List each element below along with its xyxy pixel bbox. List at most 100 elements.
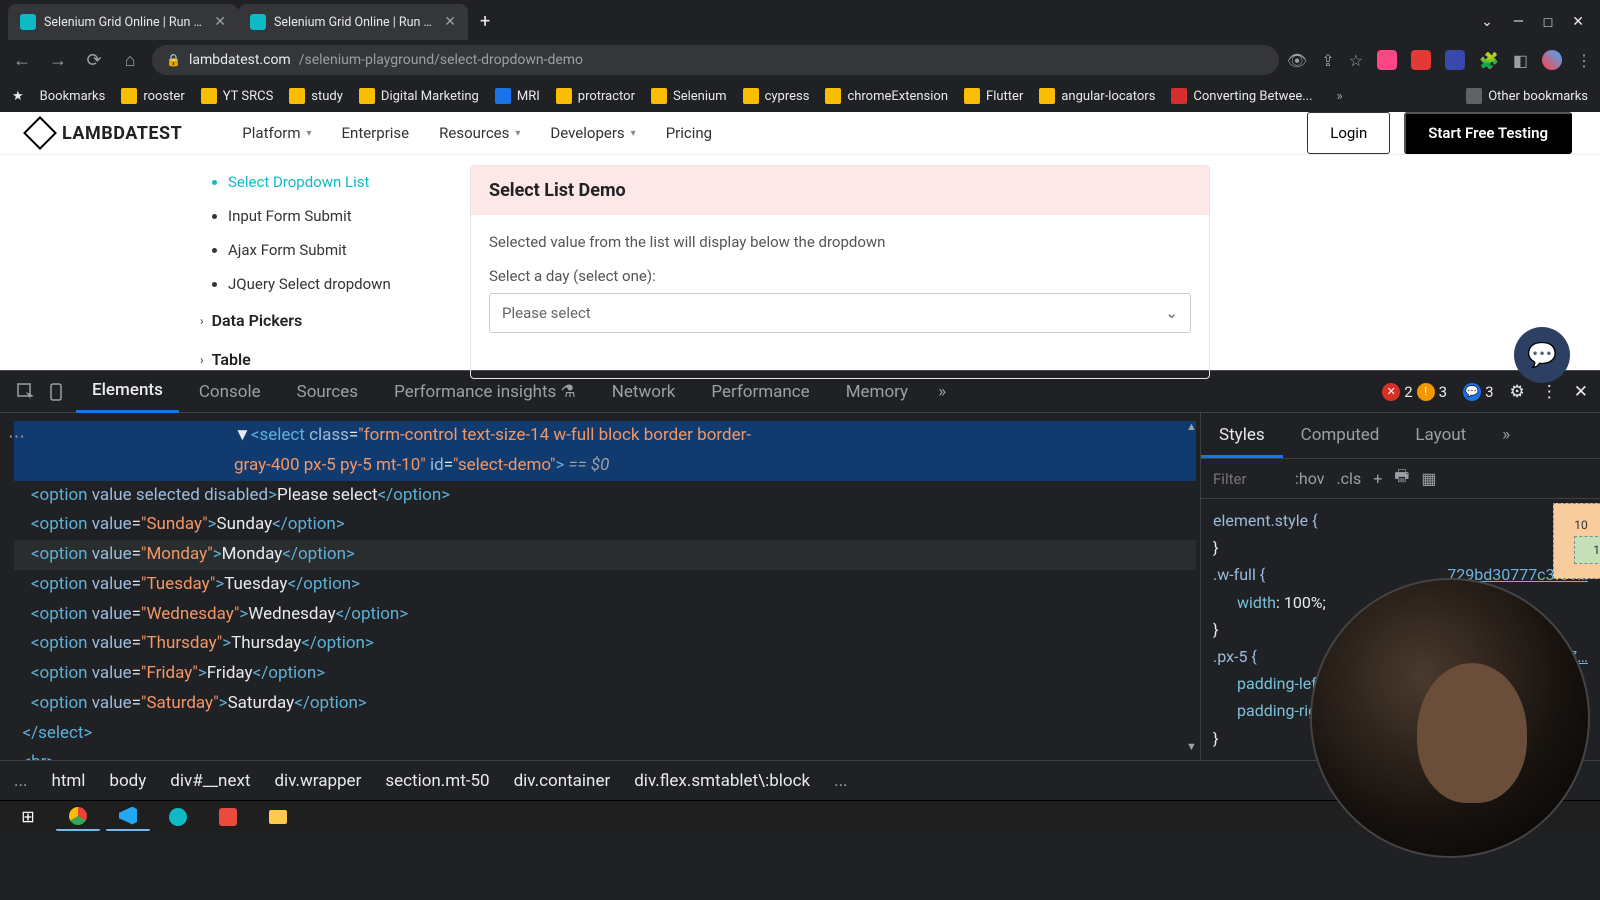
taskbar-explorer[interactable] (256, 803, 300, 831)
taskbar-chrome[interactable] (56, 803, 100, 831)
browser-tab[interactable]: Selenium Grid Online | Run Selen ✕ (238, 4, 468, 40)
profile-avatar-icon[interactable] (1542, 50, 1562, 70)
tab-computed[interactable]: Computed (1283, 413, 1398, 458)
style-rule[interactable]: element.style { } (1213, 507, 1588, 561)
bookmark-item[interactable]: Digital Marketing (359, 88, 479, 104)
elements-tree[interactable]: ⋯ ▼<select class="form-control text-size… (0, 413, 1200, 760)
nav-platform[interactable]: Platform▾ (242, 124, 311, 142)
share-icon[interactable]: ⇪ (1321, 51, 1334, 70)
crumb-item[interactable]: html (51, 771, 85, 791)
sidebar-item-select-dropdown[interactable]: Select Dropdown List (228, 165, 430, 199)
crumb-item[interactable]: div.container (514, 771, 611, 791)
url-path: /selenium-playground/select-dropdown-dem… (299, 52, 583, 68)
extension-icon[interactable] (1411, 50, 1431, 70)
back-icon[interactable]: ← (8, 50, 36, 71)
tab-strip: Selenium Grid Online | Run Selen ✕ Selen… (0, 0, 1600, 40)
forward-icon[interactable]: → (44, 50, 72, 71)
taskbar-app[interactable] (156, 803, 200, 831)
close-icon[interactable]: ✕ (444, 14, 456, 30)
crumb-item[interactable]: ... (834, 771, 847, 791)
close-devtools-icon[interactable]: ✕ (1574, 382, 1588, 402)
address-bar: ← → ⟳ ⌂ 🔒 lambdatest.com/selenium-playgr… (0, 40, 1600, 80)
nav-resources[interactable]: Resources▾ (439, 124, 520, 142)
flexbox-icon[interactable]: ▦ (1421, 469, 1436, 488)
other-bookmarks[interactable]: Other bookmarks (1466, 88, 1588, 104)
sidebar-section-table[interactable]: ›Table (200, 340, 430, 379)
add-rule-icon[interactable]: + (1373, 469, 1382, 488)
extension-icon[interactable] (1445, 50, 1465, 70)
close-icon[interactable]: ✕ (214, 14, 226, 30)
day-select[interactable]: Please select ⌄ (489, 293, 1191, 333)
incognito-icon[interactable]: 👁 (1287, 51, 1307, 70)
extension-icon[interactable] (1377, 50, 1397, 70)
new-tab-button[interactable]: + (468, 3, 502, 40)
chat-widget-button[interactable]: 💬 (1514, 327, 1570, 383)
brand-logo[interactable]: LAMBDATEST (28, 121, 182, 145)
menu-icon[interactable]: ⋮ (1576, 51, 1592, 70)
browser-tab[interactable]: Selenium Grid Online | Run Selen ✕ (8, 4, 238, 40)
device-toggle-icon[interactable] (44, 378, 72, 406)
crumb-item[interactable]: div.wrapper (274, 771, 361, 791)
scroll-up-icon[interactable]: ▲ (1186, 417, 1198, 436)
start-free-testing-button[interactable]: Start Free Testing (1404, 112, 1572, 154)
bookmark-star-icon[interactable]: ☆ (1349, 51, 1363, 70)
nav-pricing[interactable]: Pricing (666, 124, 712, 142)
collapse-dots-icon[interactable]: ⋯ (8, 423, 25, 453)
start-button[interactable]: ⊞ (6, 803, 50, 831)
minimize-icon[interactable]: ― (1513, 14, 1524, 30)
bookmark-item[interactable]: study (289, 88, 343, 104)
maximize-icon[interactable]: □ (1544, 14, 1552, 31)
chevron-down-icon[interactable]: ⌄ (1481, 14, 1493, 30)
select-label: Select a day (select one): (489, 267, 1191, 285)
bookmark-item[interactable]: protractor (556, 88, 635, 104)
home-icon[interactable]: ⌂ (116, 50, 144, 71)
filter-input[interactable] (1213, 470, 1283, 488)
crumb-item[interactable]: section.mt-50 (385, 771, 489, 791)
crumb-item[interactable]: div.flex.smtablet\:block (634, 771, 810, 791)
tab-styles[interactable]: Styles (1201, 413, 1283, 458)
error-badge[interactable]: ✕2 !3 (1382, 383, 1447, 401)
sidebar-item-input-form[interactable]: Input Form Submit (228, 199, 430, 233)
taskbar-vscode[interactable] (106, 803, 150, 831)
sidepanel-icon[interactable]: ◧ (1513, 51, 1528, 70)
sidebar-section-data-pickers[interactable]: ›Data Pickers (200, 301, 430, 340)
cls-toggle[interactable]: .cls (1336, 469, 1361, 488)
bookmark-item[interactable]: YT SRCS (201, 88, 274, 104)
sidebar-item-jquery-select[interactable]: JQuery Select dropdown (228, 267, 430, 301)
scroll-down-icon[interactable]: ▼ (1186, 737, 1198, 756)
extensions-icon[interactable]: 🧩 (1479, 51, 1499, 70)
more-tabs-icon[interactable]: » (928, 378, 956, 406)
bookmarks-label: Bookmarks (40, 89, 106, 104)
bookmark-item[interactable]: chromeExtension (825, 88, 948, 104)
tab-layout[interactable]: Layout (1397, 413, 1484, 458)
demo-description: Selected value from the list will displa… (489, 233, 1191, 251)
crumb-item[interactable]: ... (14, 771, 27, 791)
reload-icon[interactable]: ⟳ (80, 50, 108, 71)
bookmark-item[interactable]: cypress (743, 88, 810, 104)
inspect-icon[interactable] (12, 378, 40, 406)
bookmark-item[interactable]: Converting Betwee... (1171, 88, 1312, 104)
url-input[interactable]: 🔒 lambdatest.com/selenium-playground/sel… (152, 45, 1279, 75)
bookmark-item[interactable]: Flutter (964, 88, 1023, 104)
login-button[interactable]: Login (1307, 112, 1390, 154)
kebab-menu-icon[interactable]: ⋮ (1541, 382, 1558, 402)
sidebar-item-ajax-form[interactable]: Ajax Form Submit (228, 233, 430, 267)
chevron-down-icon: ▾ (515, 128, 520, 139)
nav-developers[interactable]: Developers▾ (550, 124, 635, 142)
nav-enterprise[interactable]: Enterprise (342, 124, 410, 142)
more-styles-tabs-icon[interactable]: » (1484, 413, 1528, 458)
issues-badge[interactable]: 💬3 (1463, 383, 1493, 401)
hov-toggle[interactable]: :hov (1295, 469, 1324, 488)
bookmark-overflow-icon[interactable]: » (1337, 89, 1343, 104)
close-window-icon[interactable]: ✕ (1572, 14, 1584, 30)
bookmark-item[interactable]: Selenium (651, 88, 727, 104)
bookmark-item[interactable]: MRI (495, 88, 540, 104)
crumb-item[interactable]: div#__next (170, 771, 250, 791)
taskbar-app[interactable] (206, 803, 250, 831)
sidebar: Select Dropdown List Input Form Submit A… (200, 165, 430, 379)
crumb-item[interactable]: body (109, 771, 146, 791)
print-icon[interactable]: 🖶 (1394, 465, 1409, 492)
gear-icon[interactable]: ⚙ (1510, 382, 1525, 402)
bookmark-item[interactable]: angular-locators (1039, 88, 1155, 104)
bookmark-item[interactable]: rooster (121, 88, 184, 104)
